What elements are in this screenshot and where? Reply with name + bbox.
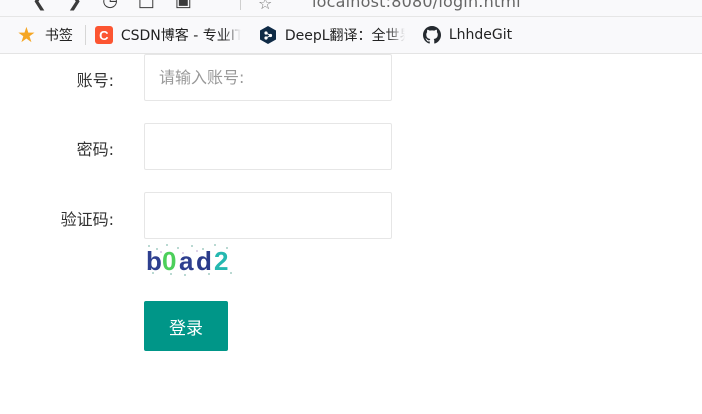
captcha-image[interactable]: b 0 a d 2 — [144, 242, 236, 278]
page-icon[interactable]: □ — [138, 0, 155, 12]
captcha-label: 验证码: — [60, 210, 114, 229]
address-bar[interactable]: localhost:8080/login.html — [312, 0, 521, 11]
screenshot-icon[interactable]: ▣ — [175, 0, 192, 12]
bookmarks-bar: ★ 书签 C CSDN博客 - 专业IT技术发表平台 DeepL翻译：全世界最准… — [0, 17, 702, 54]
bookmarks-divider — [84, 25, 86, 45]
captcha-char-1: b — [146, 246, 162, 276]
toolbar-divider — [240, 0, 241, 10]
star-icon: ★ — [17, 23, 36, 47]
bookmark-lhhdegit[interactable]: LhhdeGit — [422, 17, 513, 53]
deepl-icon — [259, 26, 277, 44]
forward-icon[interactable]: ❯ — [67, 0, 82, 12]
bookmark-csdn-label: CSDN博客 - 专业IT技术发表平台 — [120, 28, 241, 44]
password-input[interactable] — [144, 123, 392, 170]
login-button[interactable]: 登录 — [144, 301, 228, 351]
bookmark-deepl[interactable]: DeepL翻译：全世界最准确的翻译 — [259, 17, 405, 53]
bookmark-csdn[interactable]: C CSDN博客 - 专业IT技术发表平台 — [94, 17, 241, 53]
captcha-char-4: d — [196, 246, 212, 276]
browser-toolbar: ❮ ❯ ◷ □ ▣ ☆ localhost:8080/login.html — [0, 0, 702, 17]
nav-buttons: ❮ ❯ ◷ □ ▣ — [32, 0, 192, 12]
bookmarks-label: 书签 — [44, 28, 73, 44]
history-icon[interactable]: ◷ — [102, 0, 118, 12]
captcha-char-3: a — [179, 246, 194, 276]
captcha-char-2: 0 — [162, 246, 176, 276]
captcha-input[interactable] — [144, 192, 392, 239]
bookmark-page-icon[interactable]: ☆ — [258, 0, 272, 13]
bookmark-deepl-label: DeepL翻译：全世界最准确的翻译 — [284, 28, 405, 44]
back-icon[interactable]: ❮ — [32, 0, 47, 12]
password-label: 密码: — [76, 140, 114, 159]
bookmark-lhhdegit-label: LhhdeGit — [448, 27, 513, 43]
csdn-icon: C — [94, 26, 113, 44]
page: ❮ ❯ ◷ □ ▣ ☆ localhost:8080/login.html ★ … — [0, 0, 702, 414]
account-label: 账号: — [76, 71, 114, 90]
captcha-char-5: 2 — [214, 246, 228, 276]
captcha-graphic: b 0 a d 2 — [144, 242, 236, 278]
github-icon — [422, 26, 441, 44]
bookmarks-folder[interactable]: ★ 书签 — [0, 17, 73, 53]
account-input[interactable] — [144, 54, 392, 101]
